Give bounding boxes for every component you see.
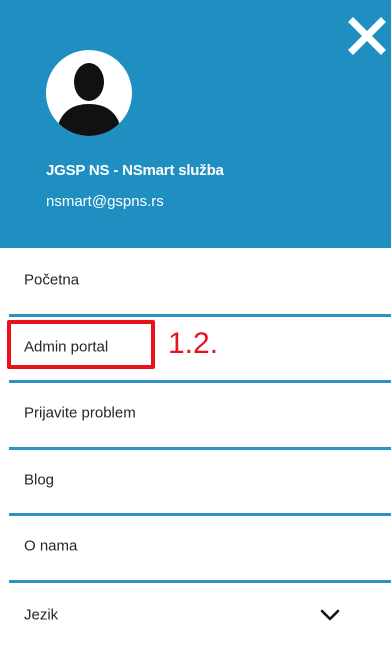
chevron-down-icon[interactable]	[319, 608, 341, 622]
annotation-label: 1.2.	[168, 327, 219, 360]
user-email: nsmart@gspns.rs	[46, 193, 164, 210]
avatar	[46, 50, 132, 136]
close-button[interactable]	[347, 16, 387, 56]
user-name: JGSP NS - NSmart služba	[46, 162, 224, 179]
menu-item-pocetna[interactable]: Početna	[0, 250, 391, 310]
drawer-header: JGSP NS - NSmart služba nsmart@gspns.rs	[0, 0, 391, 248]
menu-item-label: O nama	[24, 537, 78, 555]
menu-item-blog[interactable]: Blog	[0, 450, 391, 510]
menu-item-label: Blog	[24, 471, 55, 489]
divider	[9, 580, 391, 583]
menu-item-label: Prijavite problem	[24, 404, 136, 422]
user-silhouette-icon	[56, 63, 122, 136]
close-icon	[348, 17, 386, 55]
menu-item-prijavite-problem[interactable]: Prijavite problem	[0, 383, 391, 443]
menu-item-label: Početna	[24, 271, 80, 289]
menu-item-label: Jezik	[24, 606, 59, 624]
highlight-box	[7, 320, 155, 369]
menu-item-o-nama[interactable]: O nama	[0, 516, 391, 576]
menu-item-jezik[interactable]: Jezik	[0, 585, 391, 645]
